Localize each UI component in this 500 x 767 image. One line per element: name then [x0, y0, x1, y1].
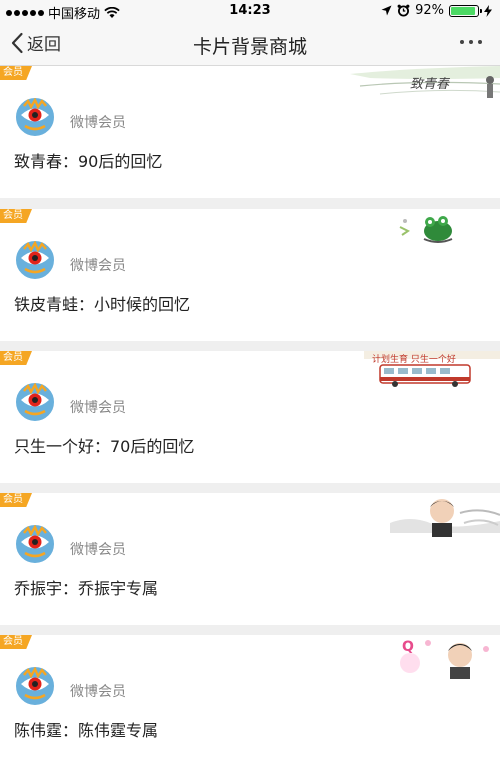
navigation-bar: 返回 卡片背景商城 [0, 22, 500, 66]
weibo-avatar [14, 239, 56, 281]
youth-sketch-decoration: 致青春 [350, 66, 500, 98]
portrait-pink-decoration: Q [400, 639, 489, 679]
weibo-eye-logo-icon [21, 667, 49, 700]
card-item-tinfrog[interactable]: 会员 微博会员 铁皮青蛙：小时候的回忆 [0, 209, 500, 341]
card-item-chenweiting[interactable]: Q 会员 微博会员 陈伟霆：陈伟霆专属 [0, 635, 500, 767]
old-bus-decoration: 计划生育 只生一个好 [364, 351, 500, 387]
status-bar: 中国移动 14:23 92% [0, 0, 500, 22]
vip-badge: 会员 [0, 493, 32, 507]
card-item-onechild[interactable]: 计划生育 只生一个好 会员 微博会员 只生一个好：70后的回忆 [0, 351, 500, 483]
member-label: 微博会员 [70, 684, 126, 700]
svg-text:致青春: 致青春 [410, 77, 451, 92]
weibo-eye-logo-icon [21, 525, 49, 558]
card-title: 致青春：90后的回忆 [14, 152, 163, 171]
member-label: 微博会员 [70, 258, 126, 274]
card-title: 陈伟霆：陈伟霆专属 [14, 721, 159, 740]
portrait-decoration [390, 499, 500, 537]
card-title: 乔振宇：乔振宇专属 [14, 579, 159, 598]
card-item-qiaozhenyu[interactable]: 会员 微博会员 乔振宇：乔振宇专属 [0, 493, 500, 625]
battery-percent: 92% [415, 3, 444, 18]
weibo-eye-logo-icon [21, 241, 49, 274]
alarm-icon [397, 4, 410, 17]
page-title: 卡片背景商城 [192, 36, 307, 58]
svg-text:Q: Q [402, 639, 414, 655]
member-label: 微博会员 [70, 400, 126, 416]
card-title: 只生一个好：70后的回忆 [14, 437, 195, 456]
vip-badge: 会员 [0, 351, 32, 365]
location-arrow-icon [381, 5, 392, 16]
card-title: 铁皮青蛙：小时候的回忆 [14, 295, 191, 314]
charging-bolt-icon [484, 4, 492, 17]
tin-frog-decoration [399, 216, 453, 243]
card-item-zhiqingchun[interactable]: 致青春 会员 微博会员 致青春：90后的回忆 [0, 66, 500, 198]
status-right: 92% [381, 3, 492, 18]
weibo-avatar [14, 96, 56, 138]
svg-text:计划生育 只生一个好: 计划生育 只生一个好 [372, 353, 456, 365]
weibo-eye-logo-icon [21, 98, 49, 131]
vip-badge: 会员 [0, 635, 32, 649]
vip-badge: 会员 [0, 209, 32, 223]
member-label: 微博会员 [70, 542, 126, 558]
weibo-avatar [14, 523, 56, 565]
more-options-button[interactable] [456, 36, 486, 48]
member-label: 微博会员 [70, 115, 126, 131]
weibo-avatar [14, 381, 56, 423]
weibo-avatar [14, 665, 56, 707]
vip-badge: 会员 [0, 66, 32, 80]
weibo-eye-logo-icon [21, 383, 49, 416]
battery-icon [449, 4, 482, 17]
